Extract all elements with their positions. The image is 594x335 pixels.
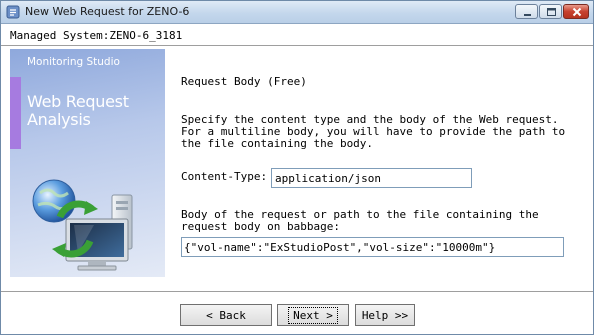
body-label-line: request body on babbage: <box>181 220 340 233</box>
banner-accent-strip <box>10 77 21 149</box>
help-button-label: Help >> <box>361 308 409 322</box>
content-type-input[interactable] <box>271 168 472 188</box>
banner-brand: Monitoring Studio <box>27 56 120 68</box>
back-button[interactable]: < Back <box>180 304 272 326</box>
maximize-icon <box>547 8 556 16</box>
close-button[interactable] <box>563 4 589 19</box>
app-icon <box>6 5 20 19</box>
banner-title-line: Analysis <box>27 110 91 129</box>
dialog-window: New Web Request for ZENO-6 Managed Syste… <box>0 0 594 335</box>
request-body-input[interactable] <box>181 237 564 257</box>
content-type-label: Content-Type: <box>181 170 268 183</box>
description-line: the file containing the body. <box>181 137 374 150</box>
window-title: New Web Request for ZENO-6 <box>25 5 190 18</box>
banner-title-line: Web Request <box>27 92 129 111</box>
section-title: Request Body (Free) <box>181 75 307 88</box>
back-button-label: < Back <box>206 308 246 322</box>
next-button[interactable]: Next > <box>277 304 349 326</box>
bottom-divider <box>1 291 593 293</box>
maximize-button[interactable] <box>539 4 562 19</box>
globe-computer-sync-icon <box>32 179 133 271</box>
wizard-banner: Monitoring Studio Web Request Analysis <box>10 49 165 277</box>
help-button[interactable]: Help >> <box>355 304 415 326</box>
minimize-button[interactable] <box>515 4 538 19</box>
close-icon <box>572 7 582 17</box>
next-button-label: Next > <box>288 306 338 324</box>
managed-system-label: Managed System:ZENO-6_3181 <box>10 29 183 42</box>
banner-title: Web Request Analysis <box>27 93 129 129</box>
description-text: Specify the content type and the body of… <box>181 114 565 150</box>
minimize-icon <box>524 14 531 16</box>
title-bar[interactable]: New Web Request for ZENO-6 <box>1 1 593 24</box>
body-label: Body of the request or path to the file … <box>181 209 539 233</box>
top-divider <box>1 45 593 47</box>
